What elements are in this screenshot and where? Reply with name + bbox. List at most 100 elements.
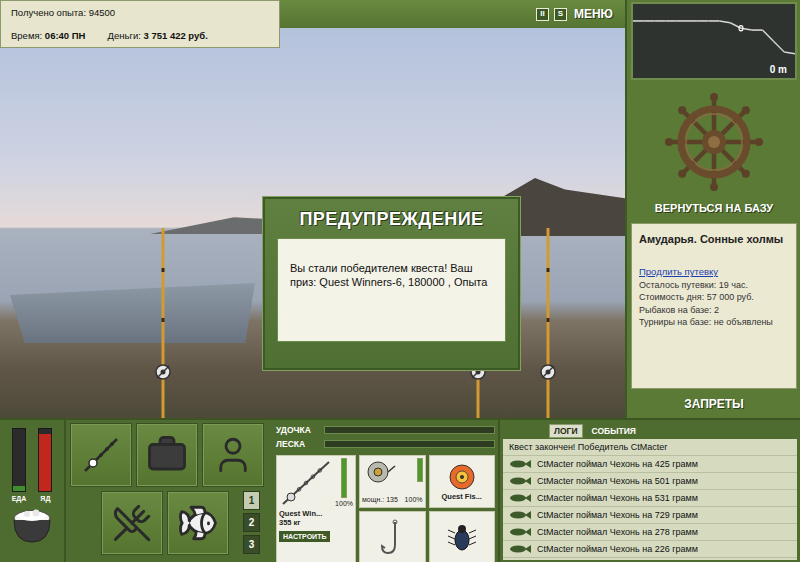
rod-set-slots: 1 2 3 — [243, 491, 260, 555]
meter-fill — [13, 486, 25, 491]
fishing-rod-icon — [79, 433, 123, 477]
reel-durability-bar — [417, 458, 423, 482]
action-row: 1 2 3 — [68, 491, 270, 555]
rod-weight: 355 кг — [279, 518, 353, 527]
rod-durability-reading: 100% — [335, 500, 353, 509]
depth-segment — [763, 30, 774, 41]
log-tab[interactable]: ЛОГИ — [549, 424, 583, 438]
depth-segment — [773, 41, 784, 52]
depth-segment — [655, 20, 666, 22]
reel-info: мощн.: 135 100% — [362, 496, 423, 505]
catch-button[interactable] — [167, 491, 229, 555]
time-text: Время: 06:40 ПН — [11, 30, 86, 41]
reel-durability-fill — [418, 459, 422, 481]
experience-row: Получено опыта: 94500 — [11, 7, 269, 18]
bans-button[interactable]: ЗАПРЕТЫ — [631, 397, 797, 411]
fish-icon — [509, 527, 531, 537]
depth-chart: 0 m — [631, 2, 797, 80]
reel-power: мощн.: 135 — [362, 496, 398, 505]
dialog-title: ПРЕДУПРЕЖДЕНИЕ — [265, 199, 518, 238]
fish-icon — [509, 510, 531, 520]
rod-durability-fill — [342, 459, 346, 497]
rod-name: Quest Win... — [279, 509, 353, 518]
fish-icon — [509, 459, 531, 469]
location-info: Амударья. Сонные холмыПродлить путевкуОс… — [631, 223, 797, 389]
tackle-box-button[interactable] — [136, 423, 198, 487]
reel-slot-top — [362, 458, 423, 486]
bottom-bar: ЕДАЯД123УДОЧКАЛЕСКА100%Quest Win...355 к… — [0, 418, 800, 562]
fish-icon — [509, 493, 531, 503]
fish-icon — [509, 544, 531, 554]
rod-icon — [279, 458, 333, 508]
meters-panel: ЕДА ЯД — [0, 420, 66, 562]
setup-button[interactable]: НАСТРОИТЬ — [279, 531, 330, 542]
food-button[interactable] — [101, 491, 163, 555]
fisherman-button[interactable] — [202, 423, 264, 487]
location-title: Амударья. Сонные холмы — [639, 232, 789, 246]
time-value: 06:40 ПН — [45, 30, 86, 41]
depth-segment — [698, 20, 709, 22]
depth-segment — [719, 21, 730, 23]
bug-icon — [445, 521, 479, 555]
fishing-rod-icon[interactable] — [153, 228, 173, 418]
log-row: Квест закончен! Победитель CtMacter — [503, 439, 797, 456]
reel-durability-reading: 100% — [405, 496, 423, 505]
depth-profile-chart — [633, 4, 795, 64]
warning-dialog[interactable]: ПРЕДУПРЕЖДЕНИЕВы стали победителем квест… — [263, 197, 520, 370]
location-detail: Стоимость дня: 57 000 руб. — [639, 291, 789, 303]
depth-reading: 0 m — [770, 64, 795, 78]
depth-segment — [633, 20, 644, 22]
experience-text: Получено опыта: 94500 — [11, 7, 115, 18]
rods-button[interactable] — [70, 423, 132, 487]
rod-slot[interactable]: 100%Quest Win...355 кг НАСТРОИТЬ — [276, 455, 356, 562]
rod-set-button[interactable]: 2 — [243, 513, 260, 532]
depth-segment — [676, 20, 687, 22]
reel-icon — [362, 458, 398, 486]
fishing-scene[interactable]: ПРЕДУПРЕЖДЕНИЕВы стали победителем квест… — [0, 28, 625, 418]
hook-icon — [377, 519, 407, 557]
meter-row: ЕДА ЯД — [12, 428, 53, 502]
rod-set-button[interactable]: 1 — [243, 491, 260, 510]
sound-button[interactable]: S — [554, 8, 567, 21]
rod-durability-bar — [341, 458, 347, 498]
extend-permit-link[interactable]: Продлить путевку — [639, 266, 789, 277]
location-detail: Рыбаков на базе: 2 — [639, 304, 789, 316]
money-text: Деньги: 3 751 422 руб. — [108, 30, 208, 41]
tackle-box-icon — [146, 434, 188, 476]
tackle-grid: 100%Quest Win...355 кгНАСТРОИТЬмощн.: 13… — [276, 455, 495, 562]
ship-wheel-icon[interactable] — [664, 92, 764, 192]
fork-knife-icon — [112, 503, 152, 543]
tension-row: УДОЧКА — [276, 424, 495, 436]
game-screen: II S МЕНЮ ПРЕДУПРЕЖДЕНИЕВы стали победителе… — [0, 0, 800, 562]
reel-slot[interactable]: мощн.: 135 100% — [359, 455, 426, 508]
fishing-rod-icon[interactable] — [538, 228, 558, 418]
scene-column: II S МЕНЮ ПРЕДУПРЕЖДЕНИЕВы стали победителе… — [0, 0, 625, 418]
money-value: 3 751 422 руб. — [143, 30, 207, 41]
lure-name: Quest Fis... — [442, 492, 482, 501]
return-to-base-button[interactable]: ВЕРНУТЬСЯ НА БАЗУ — [631, 202, 797, 214]
bait-slot[interactable] — [429, 511, 496, 562]
depth-segment — [665, 20, 676, 22]
log-text: CtMacter поймал Чехонь на 278 грамм — [537, 527, 698, 537]
pot-icon[interactable] — [7, 506, 57, 546]
meter-label: ЕДА — [12, 495, 27, 502]
meter-label: ЯД — [40, 495, 50, 502]
tension-track — [324, 440, 495, 448]
dialog-message: Вы стали победителем квеста! Ваш приз: Q… — [277, 238, 506, 342]
log-text: CtMacter поймал Чехонь на 501 грамм — [537, 476, 698, 486]
fisherman-icon — [212, 434, 254, 476]
depth-segment — [784, 52, 795, 54]
actions-panel: 1 2 3 — [66, 420, 272, 562]
menu-button[interactable]: МЕНЮ — [572, 7, 615, 21]
depth-segment — [752, 29, 763, 31]
hook-slot[interactable] — [359, 511, 426, 562]
right-panel: 0 m ВЕРНУТЬСЯ НА БАЗУ Амударья. Сонные хол… — [625, 0, 800, 418]
depth-segment — [644, 20, 655, 22]
log-tab[interactable]: СОБЫТИЯ — [587, 424, 641, 438]
lure-slot[interactable]: Quest Fis... — [429, 455, 496, 508]
rod-set-button[interactable]: 3 — [243, 535, 260, 554]
pause-button[interactable]: II — [536, 8, 549, 21]
meter: ЕДА — [12, 428, 27, 502]
boat — [10, 283, 255, 343]
player-info: Получено опыта: 94500 Время: 06:40 ПН День… — [0, 0, 280, 48]
